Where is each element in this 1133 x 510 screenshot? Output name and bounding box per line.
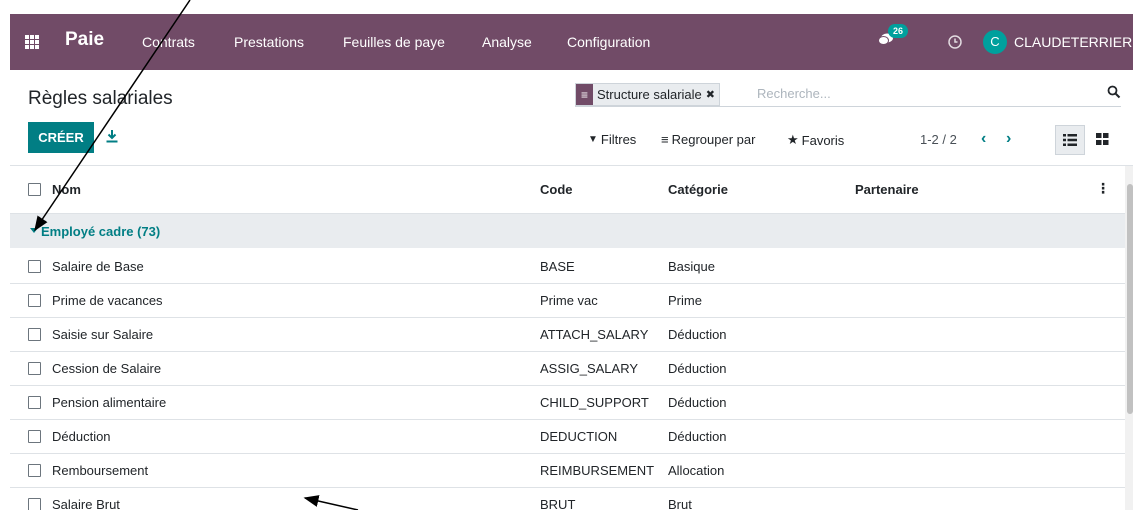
user-avatar[interactable]: C	[983, 30, 1007, 54]
cell-code: BASE	[540, 259, 575, 274]
cell-name: Prime de vacances	[52, 293, 163, 308]
facet-remove-icon[interactable]: ✖	[706, 88, 719, 101]
row-checkbox[interactable]	[28, 328, 41, 341]
facet-label: Structure salariale	[597, 87, 702, 102]
chat-badge: 26	[888, 24, 909, 38]
kanban-view-button[interactable]	[1088, 125, 1116, 153]
cell-code: ASSIG_SALARY	[540, 361, 639, 376]
payroll-app: Paie Contrats Prestations Feuilles de pa…	[10, 14, 1133, 510]
group-by-icon: ≡	[661, 132, 669, 147]
cell-category: Prime	[668, 293, 702, 308]
search-icon[interactable]	[1107, 85, 1121, 99]
star-icon: ★	[787, 132, 799, 147]
group-row[interactable]: Employé cadre (73)	[10, 214, 1125, 248]
table-row[interactable]: Saisie sur Salaire ATTACH_SALARY Déduction	[10, 317, 1125, 352]
table-row[interactable]: Pension alimentaire CHILD_SUPPORT Déductio…	[10, 385, 1125, 420]
row-checkbox[interactable]	[28, 396, 41, 409]
row-checkbox[interactable]	[28, 294, 41, 307]
control-panel: Règles salariales CRÉER ≡ Structure sala…	[10, 70, 1133, 166]
group-by-button[interactable]: ≡ Regrouper par	[661, 132, 755, 147]
cell-category: Allocation	[668, 463, 725, 478]
row-checkbox[interactable]	[28, 362, 41, 375]
group-label: Employé cadre (73)	[41, 224, 161, 239]
row-checkbox[interactable]	[28, 498, 41, 510]
apps-grid-icon[interactable]	[25, 35, 39, 49]
pager-previous-icon[interactable]: ‹	[981, 130, 986, 148]
cell-code: BRUT	[540, 497, 576, 510]
cell-code: CHILD_SUPPORT	[540, 395, 649, 410]
search-input[interactable]	[757, 84, 1077, 102]
cell-name: Déduction	[52, 429, 111, 444]
filters-label: Filtres	[600, 132, 637, 147]
download-icon[interactable]	[105, 129, 119, 143]
column-header-partner[interactable]: Partenaire	[855, 182, 919, 197]
column-header-code[interactable]: Code	[540, 182, 573, 197]
filters-button[interactable]: ▼ Filtres	[588, 132, 636, 147]
cell-category: Déduction	[668, 361, 727, 376]
top-navbar: Paie Contrats Prestations Feuilles de pa…	[10, 14, 1133, 70]
search-facet: ≡ Structure salariale ✖	[575, 83, 720, 106]
list-view-button[interactable]	[1055, 125, 1085, 155]
cell-category: Déduction	[668, 395, 727, 410]
group-by-label: Regrouper par	[671, 132, 756, 147]
search-bar: ≡ Structure salariale ✖	[575, 82, 1121, 107]
row-checkbox[interactable]	[28, 260, 41, 273]
cell-code: ATTACH_SALARY	[540, 327, 649, 342]
table-row[interactable]: Prime de vacances Prime vac Prime	[10, 283, 1125, 318]
app-name[interactable]: Paie	[65, 29, 104, 51]
table-row[interactable]: Cession de Salaire ASSIG_SALARY Déduction	[10, 351, 1125, 386]
column-options-icon[interactable]: ⋮	[1096, 180, 1110, 197]
table-row[interactable]: Salaire Brut BRUT Brut	[10, 487, 1125, 510]
menu-feuilles-de-paye[interactable]: Feuilles de paye	[343, 34, 445, 50]
list-view-icon	[1063, 134, 1077, 146]
cell-code: Prime vac	[540, 293, 598, 308]
menu-contrats[interactable]: Contrats	[142, 34, 195, 50]
menu-analyse[interactable]: Analyse	[482, 34, 532, 50]
cell-name: Cession de Salaire	[52, 361, 162, 376]
group-by-facet-icon: ≡	[576, 84, 593, 105]
column-header-name[interactable]: Nom	[52, 182, 81, 197]
table-row[interactable]: Remboursement REIMBURSEMENT Allocation	[10, 453, 1125, 488]
cell-name: Remboursement	[52, 463, 149, 478]
cell-category: Déduction	[668, 429, 727, 444]
menu-configuration[interactable]: Configuration	[567, 34, 650, 50]
clock-icon[interactable]	[947, 34, 963, 50]
row-checkbox[interactable]	[28, 464, 41, 477]
cell-name: Salaire de Base	[52, 259, 144, 274]
cell-category: Basique	[668, 259, 715, 274]
table-row[interactable]: Déduction DEDUCTION Déduction	[10, 419, 1125, 454]
cell-name: Pension alimentaire	[52, 395, 167, 410]
list-table: Nom Code Catégorie Partenaire ⋮ Employé …	[10, 166, 1133, 510]
table-header: Nom Code Catégorie Partenaire ⋮	[10, 166, 1125, 214]
messaging-button[interactable]: 26	[878, 24, 909, 49]
kanban-view-icon	[1095, 133, 1108, 145]
cell-category: Déduction	[668, 327, 727, 342]
favorites-label: Favoris	[801, 132, 845, 148]
cell-name: Saisie sur Salaire	[52, 327, 154, 342]
page-title: Règles salariales	[28, 88, 173, 109]
cell-code: DEDUCTION	[540, 429, 618, 444]
pager-value[interactable]: 1-2 / 2	[920, 132, 957, 147]
cell-code: REIMBURSEMENT	[540, 463, 655, 478]
pager-next-icon[interactable]: ›	[1006, 130, 1011, 148]
table-row[interactable]: Salaire de Base BASE Basique	[10, 249, 1125, 284]
menu-prestations[interactable]: Prestations	[234, 34, 304, 50]
favorites-button[interactable]: ★ Favoris	[787, 132, 844, 148]
cell-name: Salaire Brut	[52, 497, 120, 510]
cell-category: Brut	[668, 497, 692, 510]
create-button[interactable]: CRÉER	[28, 122, 94, 153]
filter-icon: ▼	[588, 134, 598, 145]
row-checkbox[interactable]	[28, 430, 41, 443]
select-all-checkbox[interactable]	[28, 183, 41, 196]
caret-down-icon	[30, 228, 38, 233]
user-name[interactable]: CLAUDETERRIER	[1014, 34, 1132, 50]
scrollbar-thumb[interactable]	[1127, 184, 1133, 414]
column-header-category[interactable]: Catégorie	[668, 182, 728, 197]
